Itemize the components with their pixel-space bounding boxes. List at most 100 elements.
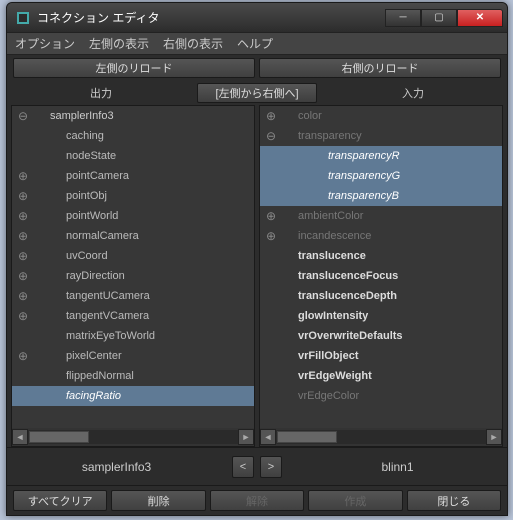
list-item-label: translucenceFocus: [278, 270, 398, 282]
list-item-label: pixelCenter: [30, 350, 122, 362]
list-item[interactable]: incandescence: [260, 226, 502, 246]
collapse-icon[interactable]: [16, 109, 30, 123]
menu-left-display[interactable]: 左側の表示: [89, 35, 149, 52]
left-list[interactable]: samplerInfo3 caching nodeStatepointCamera p…: [12, 106, 254, 428]
list-item[interactable]: normalCamera: [12, 226, 254, 246]
column-header: 出力 [左側から右側へ] 入力: [7, 81, 507, 105]
maximize-button[interactable]: ▢: [421, 9, 457, 27]
left-panel: samplerInfo3 caching nodeStatepointCamera p…: [11, 105, 255, 447]
list-item[interactable]: rayDirection: [12, 266, 254, 286]
list-item-label: pointWorld: [30, 210, 118, 222]
window-buttons: ─ ▢ ✕: [385, 9, 503, 27]
scroll-left-icon[interactable]: ◄: [260, 429, 276, 445]
footer: すべてクリア 削除 解除 作成 閉じる: [7, 485, 507, 515]
list-item[interactable]: uvCoord: [12, 246, 254, 266]
list-item[interactable]: vrEdgeColor: [260, 386, 502, 406]
list-item[interactable]: facingRatio: [12, 386, 254, 406]
scroll-thumb[interactable]: [277, 431, 337, 443]
expand-icon[interactable]: [16, 249, 30, 263]
menu-options[interactable]: オプション: [15, 35, 75, 52]
list-item-label: caching: [30, 130, 104, 142]
list-item[interactable]: tangentVCamera: [12, 306, 254, 326]
list-item[interactable]: pointObj: [12, 186, 254, 206]
app-icon: [15, 10, 31, 26]
window-title: コネクション エディタ: [37, 9, 385, 26]
list-item[interactable]: transparency: [260, 126, 502, 146]
expand-icon[interactable]: [264, 229, 278, 243]
list-item-label: pointObj: [30, 190, 107, 202]
expand-icon[interactable]: [16, 269, 30, 283]
expand-icon[interactable]: [264, 209, 278, 223]
expand-icon[interactable]: [16, 349, 30, 363]
close-button[interactable]: ✕: [457, 9, 503, 27]
list-item[interactable]: vrOverwriteDefaults: [260, 326, 502, 346]
expand-icon[interactable]: [264, 129, 278, 143]
list-item[interactable]: pixelCenter: [12, 346, 254, 366]
expand-icon[interactable]: [16, 289, 30, 303]
scroll-right-icon[interactable]: ►: [238, 429, 254, 445]
expand-icon[interactable]: [16, 229, 30, 243]
toolbar: 左側のリロード 右側のリロード: [7, 55, 507, 81]
list-item[interactable]: pointCamera: [12, 166, 254, 186]
minimize-button[interactable]: ─: [385, 9, 421, 27]
list-item[interactable]: vrFillObject: [260, 346, 502, 366]
list-item-label: transparencyB: [278, 190, 399, 202]
next-button[interactable]: >: [260, 456, 282, 478]
delete-button[interactable]: 削除: [111, 490, 205, 511]
prev-button[interactable]: <: [232, 456, 254, 478]
list-item-label: vrFillObject: [278, 350, 359, 362]
close-footer-button[interactable]: 閉じる: [407, 490, 501, 511]
connect-direction-button[interactable]: [左側から右側へ]: [197, 83, 317, 103]
list-item-label: transparencyR: [278, 150, 400, 162]
right-scrollbar[interactable]: ◄ ►: [260, 428, 502, 446]
expand-icon[interactable]: [264, 109, 278, 123]
list-item[interactable]: transparencyB: [260, 186, 502, 206]
list-item-label: tangentUCamera: [30, 290, 150, 302]
clear-all-button[interactable]: すべてクリア: [13, 490, 107, 511]
reload-right-button[interactable]: 右側のリロード: [259, 58, 501, 78]
list-item[interactable]: caching: [12, 126, 254, 146]
list-item[interactable]: glowIntensity: [260, 306, 502, 326]
node-bar: samplerInfo3 < > blinn1: [7, 447, 507, 485]
list-item-label: uvCoord: [30, 250, 108, 262]
list-item[interactable]: tangentUCamera: [12, 286, 254, 306]
list-item[interactable]: translucenceFocus: [260, 266, 502, 286]
list-item[interactable]: flippedNormal: [12, 366, 254, 386]
left-scrollbar[interactable]: ◄ ►: [12, 428, 254, 446]
reload-left-button[interactable]: 左側のリロード: [13, 58, 255, 78]
expand-icon[interactable]: [16, 309, 30, 323]
list-item[interactable]: transparencyG: [260, 166, 502, 186]
list-item[interactable]: pointWorld: [12, 206, 254, 226]
list-item[interactable]: nodeState: [12, 146, 254, 166]
list-item[interactable]: translucenceDepth: [260, 286, 502, 306]
expand-icon[interactable]: [16, 169, 30, 183]
list-item-label: tangentVCamera: [30, 310, 149, 322]
list-item-label: vrEdgeWeight: [278, 370, 372, 382]
scroll-left-icon[interactable]: ◄: [12, 429, 28, 445]
list-item[interactable]: transparencyR: [260, 146, 502, 166]
list-item[interactable]: matrixEyeToWorld: [12, 326, 254, 346]
scroll-track[interactable]: [276, 430, 486, 444]
scroll-right-icon[interactable]: ►: [486, 429, 502, 445]
list-item-label: incandescence: [278, 230, 371, 242]
expand-icon[interactable]: [16, 209, 30, 223]
right-node-name: blinn1: [288, 460, 507, 474]
list-item-root[interactable]: samplerInfo3: [12, 106, 254, 126]
make-button[interactable]: 作成: [308, 490, 402, 511]
list-item[interactable]: color: [260, 106, 502, 126]
right-list[interactable]: colortransparency transparencyR transparen…: [260, 106, 502, 428]
list-item-label: rayDirection: [30, 270, 125, 282]
left-node-name: samplerInfo3: [7, 460, 226, 474]
menu-help[interactable]: ヘルプ: [237, 35, 273, 52]
expand-icon[interactable]: [16, 189, 30, 203]
menu-right-display[interactable]: 右側の表示: [163, 35, 223, 52]
list-item[interactable]: ambientColor: [260, 206, 502, 226]
scroll-track[interactable]: [28, 430, 238, 444]
window: コネクション エディタ ─ ▢ ✕ オプション 左側の表示 右側の表示 ヘルプ …: [6, 2, 508, 516]
list-item[interactable]: vrEdgeWeight: [260, 366, 502, 386]
list-item-label: translucence: [278, 250, 366, 262]
titlebar[interactable]: コネクション エディタ ─ ▢ ✕: [7, 3, 507, 33]
break-button[interactable]: 解除: [210, 490, 304, 511]
scroll-thumb[interactable]: [29, 431, 89, 443]
list-item[interactable]: translucence: [260, 246, 502, 266]
